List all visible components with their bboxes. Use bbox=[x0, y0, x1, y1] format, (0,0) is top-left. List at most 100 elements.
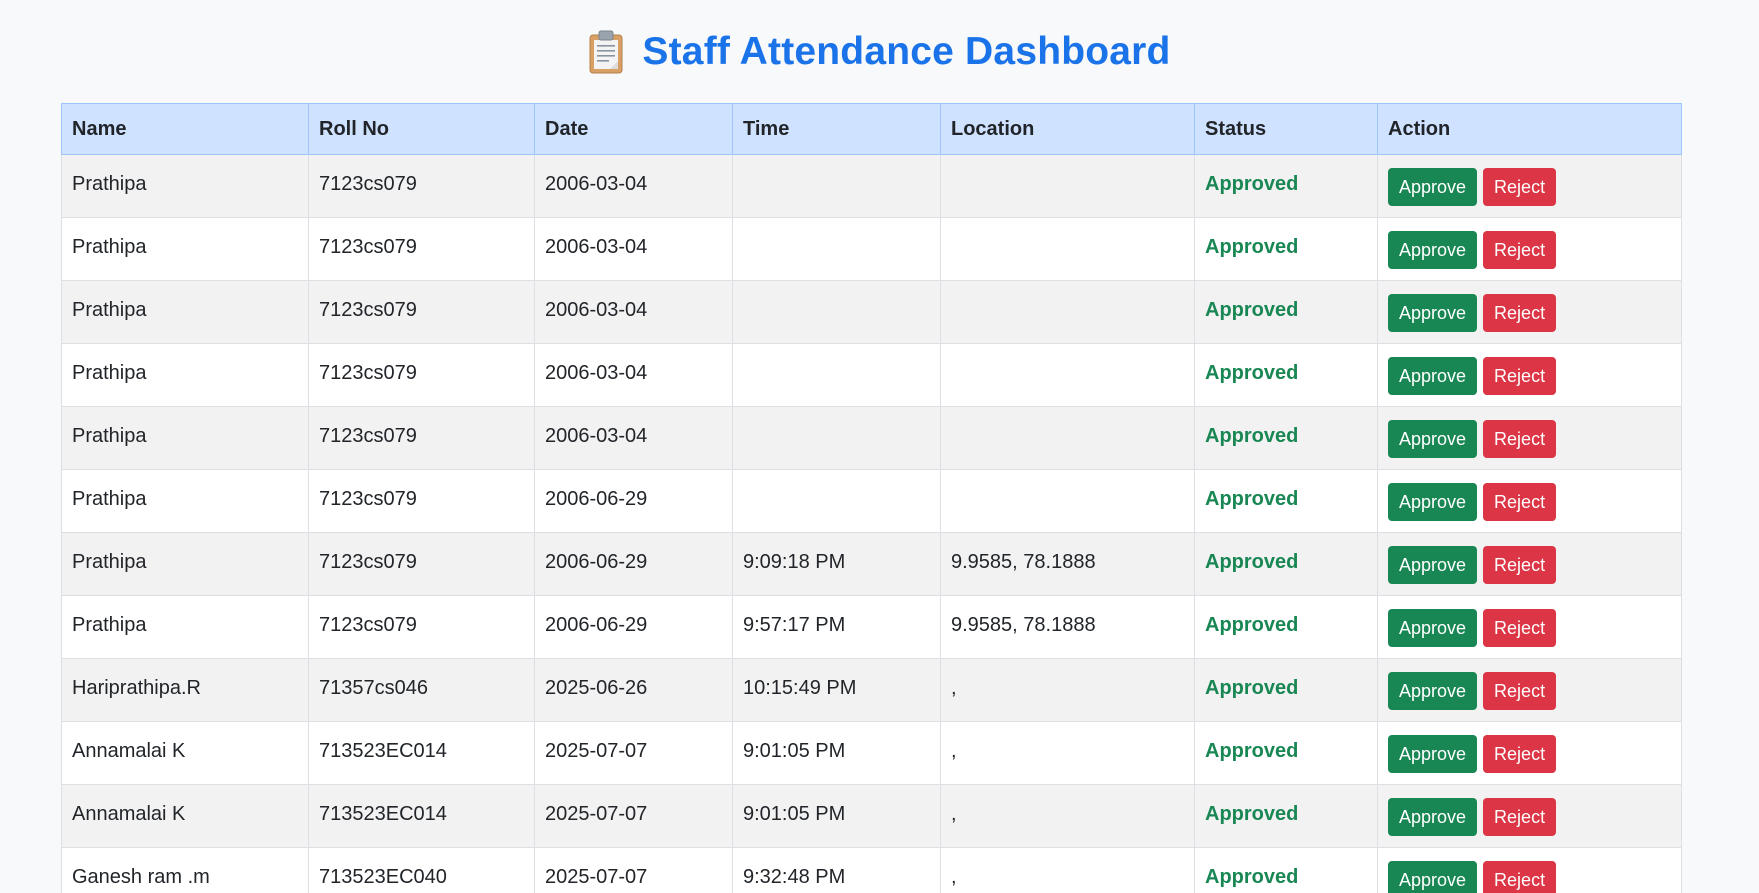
cell-action: Approve Reject bbox=[1377, 469, 1682, 533]
reject-button[interactable]: Reject bbox=[1483, 798, 1557, 836]
table-row: Prathipa 7123cs079 2006-03-04 Approved Appro… bbox=[61, 343, 1682, 407]
approve-button[interactable]: Approve bbox=[1388, 546, 1478, 584]
cell-time: 9:32:48 PM bbox=[732, 847, 941, 893]
status-badge: Approved bbox=[1194, 847, 1378, 893]
cell-name: Annamalai K bbox=[61, 784, 309, 848]
status-badge: Approved bbox=[1194, 784, 1378, 848]
approve-button[interactable]: Approve bbox=[1388, 231, 1478, 269]
cell-date: 2025-06-26 bbox=[534, 658, 733, 722]
column-header-location: Location bbox=[940, 103, 1195, 155]
cell-name: Prathipa bbox=[61, 343, 309, 407]
cell-name: Prathipa bbox=[61, 406, 309, 470]
cell-location: , bbox=[940, 658, 1195, 722]
reject-button[interactable]: Reject bbox=[1483, 357, 1557, 395]
column-header-roll-no: Roll No bbox=[308, 103, 535, 155]
column-header-status: Status bbox=[1194, 103, 1378, 155]
status-badge: Approved bbox=[1194, 469, 1378, 533]
cell-action: Approve Reject bbox=[1377, 532, 1682, 596]
cell-location bbox=[940, 469, 1195, 533]
cell-name: Prathipa bbox=[61, 469, 309, 533]
table-row: Ganesh ram .m 713523EC040 2025-07-07 9:32:4… bbox=[61, 847, 1682, 893]
approve-button[interactable]: Approve bbox=[1388, 357, 1478, 395]
reject-button[interactable]: Reject bbox=[1483, 294, 1557, 332]
cell-time bbox=[732, 469, 941, 533]
cell-location: , bbox=[940, 847, 1195, 893]
reject-button[interactable]: Reject bbox=[1483, 168, 1557, 206]
table-row: Prathipa 7123cs079 2006-03-04 Approved Appro… bbox=[61, 280, 1682, 344]
cell-date: 2006-06-29 bbox=[534, 469, 733, 533]
table-row: Annamalai K 713523EC014 2025-07-07 9:01:05 … bbox=[61, 784, 1682, 848]
reject-button[interactable]: Reject bbox=[1483, 735, 1557, 773]
cell-name: Annamalai K bbox=[61, 721, 309, 785]
status-badge: Approved bbox=[1194, 595, 1378, 659]
approve-button[interactable]: Approve bbox=[1388, 294, 1478, 332]
table-row: Prathipa 7123cs079 2006-06-29 9:57:17 PM 9.9… bbox=[61, 595, 1682, 659]
page-title: Staff Attendance Dashboard bbox=[642, 30, 1171, 73]
column-header-name: Name bbox=[61, 103, 309, 155]
cell-roll-no: 7123cs079 bbox=[308, 343, 535, 407]
table-row: Annamalai K 713523EC014 2025-07-07 9:01:05 … bbox=[61, 721, 1682, 785]
reject-button[interactable]: Reject bbox=[1483, 420, 1557, 458]
cell-time bbox=[732, 217, 941, 281]
reject-button[interactable]: Reject bbox=[1483, 546, 1557, 584]
reject-button[interactable]: Reject bbox=[1483, 861, 1557, 893]
cell-date: 2025-07-07 bbox=[534, 784, 733, 848]
column-header-action: Action bbox=[1377, 103, 1682, 155]
reject-button[interactable]: Reject bbox=[1483, 672, 1557, 710]
cell-location bbox=[940, 217, 1195, 281]
page-header: Staff Attendance Dashboard bbox=[0, 24, 1759, 80]
cell-time bbox=[732, 280, 941, 344]
cell-location: 9.9585, 78.1888 bbox=[940, 595, 1195, 659]
cell-location: 9.9585, 78.1888 bbox=[940, 532, 1195, 596]
cell-date: 2006-03-04 bbox=[534, 154, 733, 218]
status-badge: Approved bbox=[1194, 343, 1378, 407]
cell-name: Prathipa bbox=[61, 154, 309, 218]
cell-action: Approve Reject bbox=[1377, 406, 1682, 470]
dashboard-page: Staff Attendance Dashboard Name Roll No … bbox=[0, 0, 1759, 893]
cell-action: Approve Reject bbox=[1377, 154, 1682, 218]
approve-button[interactable]: Approve bbox=[1388, 483, 1478, 521]
cell-date: 2006-03-04 bbox=[534, 280, 733, 344]
cell-time bbox=[732, 406, 941, 470]
cell-roll-no: 713523EC040 bbox=[308, 847, 535, 893]
column-header-time: Time bbox=[732, 103, 941, 155]
cell-date: 2025-07-07 bbox=[534, 847, 733, 893]
approve-button[interactable]: Approve bbox=[1388, 735, 1478, 773]
cell-roll-no: 7123cs079 bbox=[308, 406, 535, 470]
reject-button[interactable]: Reject bbox=[1483, 231, 1557, 269]
cell-action: Approve Reject bbox=[1377, 280, 1682, 344]
cell-name: Hariprathipa.R bbox=[61, 658, 309, 722]
approve-button[interactable]: Approve bbox=[1388, 420, 1478, 458]
approve-button[interactable]: Approve bbox=[1388, 168, 1478, 206]
cell-date: 2025-07-07 bbox=[534, 721, 733, 785]
table-row: Prathipa 7123cs079 2006-03-04 Approved Appro… bbox=[61, 154, 1682, 218]
cell-time: 10:15:49 PM bbox=[732, 658, 941, 722]
table-header: Name Roll No Date Time Location Status A… bbox=[61, 103, 1682, 155]
cell-time bbox=[732, 154, 941, 218]
reject-button[interactable]: Reject bbox=[1483, 609, 1557, 647]
cell-roll-no: 7123cs079 bbox=[308, 469, 535, 533]
table-row: Prathipa 7123cs079 2006-03-04 Approved Appro… bbox=[61, 217, 1682, 281]
approve-button[interactable]: Approve bbox=[1388, 861, 1478, 893]
cell-location bbox=[940, 406, 1195, 470]
cell-time: 9:01:05 PM bbox=[732, 721, 941, 785]
cell-location bbox=[940, 280, 1195, 344]
table-row: Prathipa 7123cs079 2006-06-29 9:09:18 PM 9.9… bbox=[61, 532, 1682, 596]
cell-action: Approve Reject bbox=[1377, 721, 1682, 785]
approve-button[interactable]: Approve bbox=[1388, 798, 1478, 836]
cell-name: Ganesh ram .m bbox=[61, 847, 309, 893]
cell-roll-no: 7123cs079 bbox=[308, 532, 535, 596]
cell-name: Prathipa bbox=[61, 532, 309, 596]
cell-roll-no: 7123cs079 bbox=[308, 154, 535, 218]
cell-location: , bbox=[940, 784, 1195, 848]
cell-location bbox=[940, 154, 1195, 218]
approve-button[interactable]: Approve bbox=[1388, 672, 1478, 710]
cell-action: Approve Reject bbox=[1377, 595, 1682, 659]
reject-button[interactable]: Reject bbox=[1483, 483, 1557, 521]
cell-location: , bbox=[940, 721, 1195, 785]
cell-roll-no: 713523EC014 bbox=[308, 721, 535, 785]
attendance-table: Name Roll No Date Time Location Status A… bbox=[61, 103, 1682, 893]
status-badge: Approved bbox=[1194, 658, 1378, 722]
approve-button[interactable]: Approve bbox=[1388, 609, 1478, 647]
status-badge: Approved bbox=[1194, 406, 1378, 470]
